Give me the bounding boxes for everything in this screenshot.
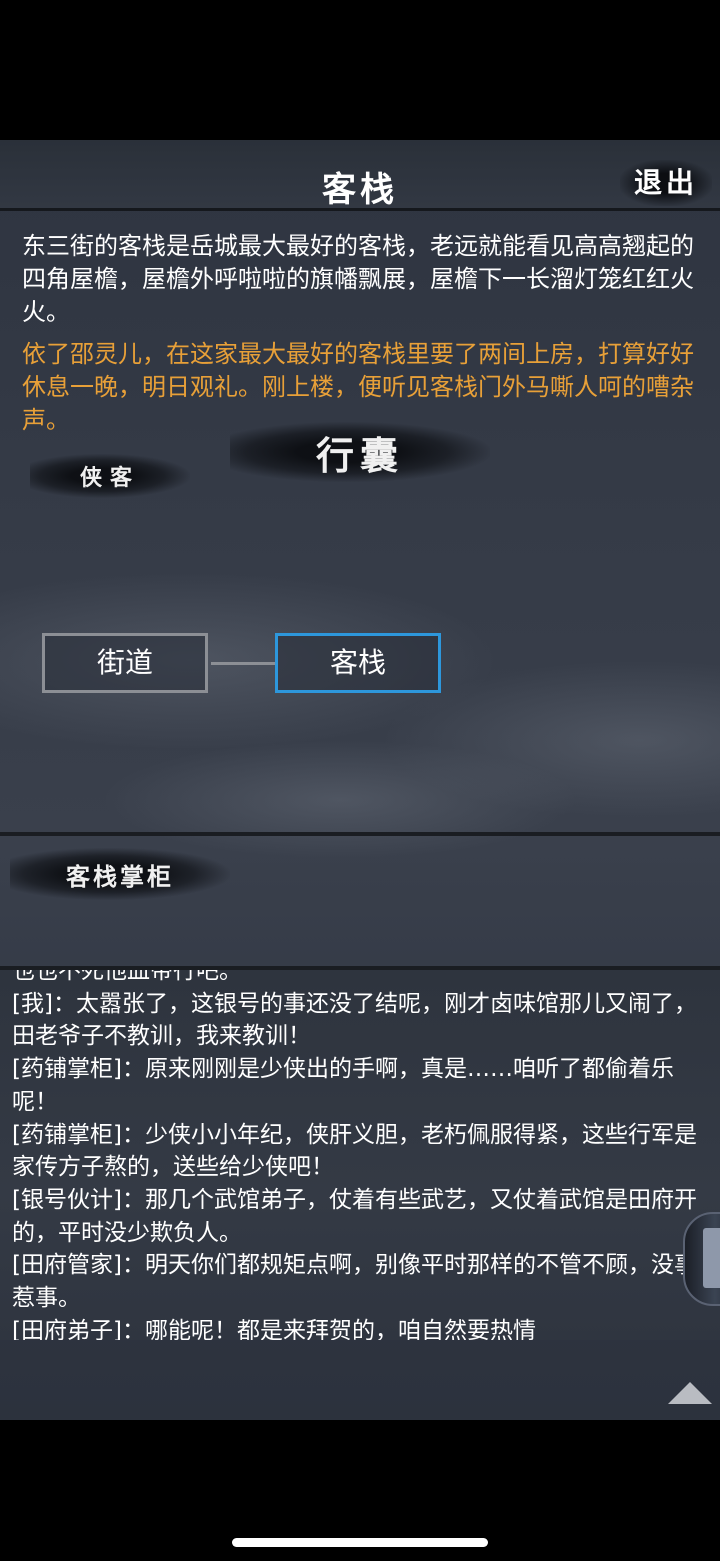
book-icon	[703, 1228, 720, 1288]
hero-button[interactable]: 侠客	[30, 454, 190, 498]
dialogue-lines: 也也不死他血带行吧。 [我]：太嚣张了，这银号的事还没了结呢，刚才卤味馆那儿又闹…	[12, 970, 702, 1340]
hero-label: 侠客	[79, 465, 140, 491]
dialogue-log[interactable]: 也也不死他血带行吧。 [我]：太嚣张了，这银号的事还没了结呢，刚才卤味馆那儿又闹…	[0, 970, 720, 1340]
map-node-street[interactable]: 街道	[42, 633, 208, 693]
exit-button[interactable]: 退出	[620, 160, 712, 206]
page-title: 客栈	[322, 170, 398, 210]
log-line: [药铺掌柜]：原来刚刚是少侠出的手啊，真是……咱听了都偷着乐呢！	[12, 1056, 674, 1115]
game-panel: 客栈 退出 东三街的客栈是岳城最大最好的客栈，老远就能看见高高翘起的四角屋檐，屋…	[0, 140, 720, 1420]
map-connector	[211, 662, 275, 665]
section-divider	[0, 832, 720, 836]
scene-description: 东三街的客栈是岳城最大最好的客栈，老远就能看见高高翘起的四角屋檐，屋檐外呼啦啦的…	[22, 232, 694, 326]
log-line: 也也不死他血带行吧。	[12, 970, 242, 984]
ink-wash	[100, 740, 580, 860]
home-indicator[interactable]	[232, 1538, 488, 1547]
map-node-inn-current[interactable]: 客栈	[275, 633, 441, 693]
log-line: [药铺掌柜]：少侠小小年纪，侠肝义胆，老朽佩服得紧，这些行军是家传方子熬的，送些…	[12, 1121, 697, 1181]
top-letterbox	[0, 0, 720, 140]
scroll-up-arrow-icon[interactable]	[668, 1382, 712, 1404]
log-line: [银号伙计]：那几个武馆弟子，仗着有些武艺，又仗着武馆是田府开的，平时没少欺负人…	[12, 1186, 697, 1246]
log-line: [我]：太嚣张了，这银号的事还没了结呢，刚才卤味馆那儿又闹了，田老爷子不教训，我…	[12, 990, 697, 1050]
log-line: [田府弟子]：哪能呢！都是来拜贺的，咱自然要热情	[12, 1317, 536, 1340]
side-menu-tab[interactable]	[683, 1212, 720, 1306]
header-bar: 客栈 退出	[0, 140, 720, 211]
log-line: [田府管家]：明天你们都规矩点啊，别像平时那样的不管不顾，没事惹事。	[12, 1252, 697, 1312]
npc-label: 客栈掌柜	[66, 861, 174, 891]
bag-button[interactable]: 行囊	[230, 422, 490, 482]
bag-label: 行囊	[315, 432, 404, 478]
npc-inn-keeper-button[interactable]: 客栈掌柜	[10, 848, 230, 900]
